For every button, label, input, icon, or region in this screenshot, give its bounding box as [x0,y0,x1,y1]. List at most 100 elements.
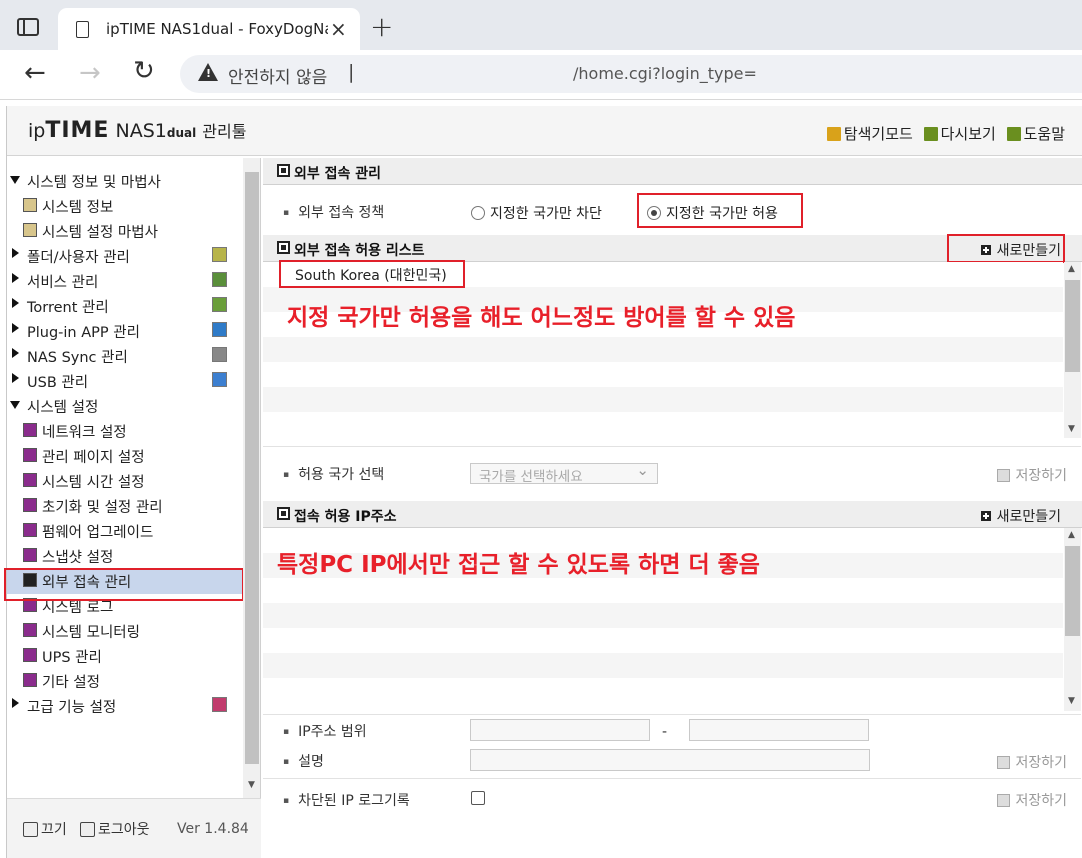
blocked-log-checkbox[interactable] [471,791,485,805]
explorer-mode-link[interactable]: 탐색기모드 [826,125,913,143]
chart-icon [23,223,37,237]
menu-group-folder-user[interactable]: 폴더/사용자 관리 [7,244,243,269]
url-text[interactable]: /home.cgi?login_type= [573,64,757,83]
logout-button[interactable]: 로그아웃 [80,819,150,839]
save-log-button[interactable]: 저장하기 [997,790,1067,810]
highlight-box-selected-menu [4,568,244,601]
menu-item-system-info[interactable]: 시스템 정보 [7,194,243,219]
radio-block-selected-countries[interactable]: 지정한 국가만 차단 [471,203,602,223]
address-separator: | [348,61,355,83]
menu-item-reset-config[interactable]: 초기화 및 설정 관리 [7,494,243,519]
warning-icon[interactable]: ! [198,63,218,81]
policy-label: 외부 접속 정책 [283,202,384,222]
save-icon [997,794,1011,807]
list-row [263,578,1063,603]
usb-icon [212,372,227,387]
refresh-link[interactable]: 다시보기 [923,125,996,143]
section-icon [277,241,290,254]
menu-item-admin-page[interactable]: 관리 페이지 설정 [7,444,243,469]
power-icon [23,822,38,837]
ip-range-start-input[interactable] [470,719,650,741]
highlight-box-country [279,260,465,288]
expanded-triangle-icon [10,176,20,184]
menu-group-service[interactable]: 서비스 관리 [7,269,243,294]
security-label[interactable]: 안전하지 않음 [228,63,327,88]
list-row [263,653,1063,678]
country-select[interactable]: 국가를 선택하세요 [470,461,658,485]
section-title: 외부 접속 허용 리스트 [294,243,425,259]
page-icon [76,21,89,38]
address-bar[interactable]: ! 안전하지 않음 | /home.cgi?login_type= [180,55,1082,93]
list-scroll-thumb[interactable] [1065,546,1080,636]
annotation-ip-restrict: 특정PC IP에서만 접근 할 수 있도록 하면 더 좋음 [277,552,760,578]
ip-range-label: IP주소 범위 [283,721,367,741]
chart-icon [23,198,37,212]
version-label: Ver 1.4.84 [177,821,249,837]
menu-group-plugin[interactable]: Plug-in APP 관리 [7,319,243,344]
main-content: 외부 접속 관리 외부 접속 정책 지정한 국가만 차단 지정한 국가만 허용 … [263,158,1082,858]
menu-item-ups[interactable]: UPS 관리 [7,644,243,669]
reload-icon[interactable]: ↻ [133,56,155,86]
collapsed-triangle-icon [12,373,19,383]
gear-icon [23,423,37,437]
forward-arrow-icon[interactable]: → [79,58,101,88]
menu-item-setup-wizard[interactable]: 시스템 설정 마법사 [7,219,243,244]
highlight-box-policy [637,193,803,228]
menu-item-firmware[interactable]: 펌웨어 업그레이드 [7,519,243,544]
gear-icon [23,648,37,662]
menu-item-monitoring[interactable]: 시스템 모니터링 [7,619,243,644]
expanded-triangle-icon [10,401,20,409]
power-off-button[interactable]: 끄기 [23,819,67,839]
save-icon [997,469,1011,482]
menu-group-nas-sync[interactable]: NAS Sync 관리 [7,344,243,369]
description-label: 설명 [283,751,324,771]
save-icon [997,756,1011,769]
menu-group-system-settings[interactable]: 시스템 설정 [7,394,243,419]
section-icon [277,507,290,520]
window-menu-icon[interactable] [17,18,39,36]
new-ip-button[interactable]: 새로만들기 [980,506,1061,526]
scroll-down-arrow-icon[interactable]: ▼ [1068,424,1075,434]
help-link[interactable]: 도움말 [1006,125,1065,143]
scroll-down-arrow-icon[interactable]: ▼ [1068,696,1075,706]
gear-icon [23,473,37,487]
gear-icon [23,523,37,537]
menu-item-network[interactable]: 네트워크 설정 [7,419,243,444]
scroll-down-arrow-icon[interactable]: ▼ [248,780,255,790]
gear-icon [23,623,37,637]
section-header-external-access: 외부 접속 관리 [263,158,1082,185]
divider [263,778,1081,779]
collapsed-triangle-icon [12,698,19,708]
scroll-up-arrow-icon[interactable]: ▲ [1068,264,1075,274]
divider [263,714,1081,715]
new-tab-button[interactable]: + [370,10,393,43]
list-row [263,337,1063,362]
browser-tab-bar: ipTIME NAS1dual - FoxyDogNas × + [0,0,1082,52]
collapsed-triangle-icon [12,348,19,358]
description-input[interactable] [470,749,870,771]
sidebar-scroll-thumb[interactable] [245,172,259,764]
divider [263,446,1081,447]
list-scroll-thumb[interactable] [1065,280,1080,372]
back-arrow-icon[interactable]: ← [24,58,46,88]
save-ip-button[interactable]: 저장하기 [997,752,1067,772]
scroll-up-arrow-icon[interactable]: ▲ [1068,530,1075,540]
menu-group-torrent[interactable]: Torrent 관리 [7,294,243,319]
menu-group-advanced[interactable]: 고급 기능 설정 [7,694,243,719]
menu-group-system-info[interactable]: 시스템 정보 및 마법사 [7,169,243,194]
ip-range-end-input[interactable] [689,719,869,741]
browser-tab[interactable]: ipTIME NAS1dual - FoxyDogNas × [58,8,360,52]
advanced-gear-icon [212,697,227,712]
menu-item-snapshot[interactable]: 스냅샷 설정 [7,544,243,569]
collapsed-triangle-icon [12,323,19,333]
menu-group-usb[interactable]: USB 관리 [7,369,243,394]
highlight-box-new-button [947,234,1065,263]
tab-close-button[interactable]: × [330,17,347,41]
list-row [263,603,1063,628]
explorer-icon [826,127,841,141]
service-icon [212,272,227,287]
save-country-button[interactable]: 저장하기 [997,465,1067,485]
radio-button[interactable] [471,206,485,220]
menu-item-system-time[interactable]: 시스템 시간 설정 [7,469,243,494]
menu-item-misc[interactable]: 기타 설정 [7,669,243,694]
